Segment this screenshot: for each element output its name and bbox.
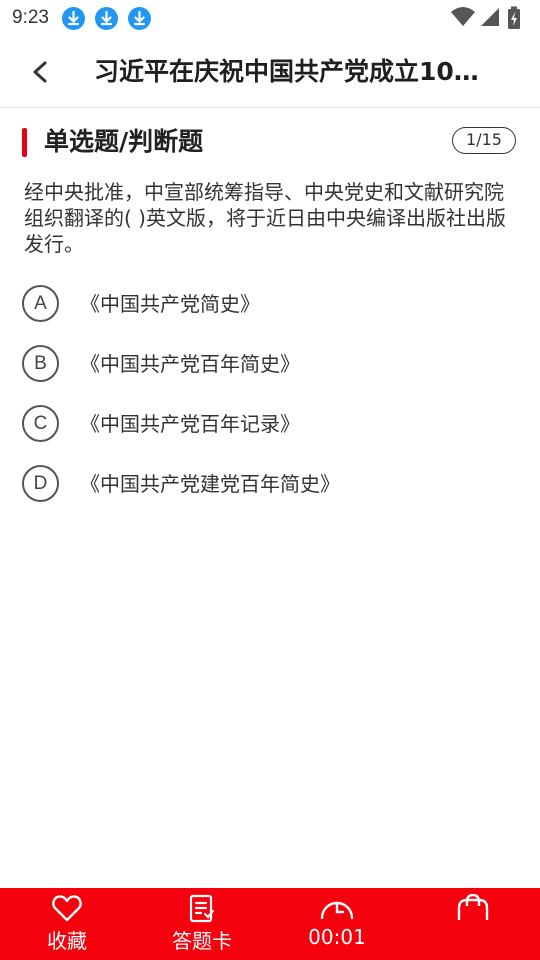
option-letter: A	[22, 285, 59, 322]
favorite-button[interactable]: 收藏	[22, 888, 112, 960]
bottom-action-bar: 收藏 答题卡 00:01	[0, 888, 540, 960]
option-text: 《中国共产党简史》	[80, 292, 260, 316]
chevron-left-icon	[33, 61, 47, 83]
question-progress-badge: 1/15	[452, 127, 516, 154]
answer-card-label: 答题卡	[172, 929, 232, 953]
option-d[interactable]: D 《中国共产党建党百年简史》	[22, 465, 512, 505]
app-header: 习近平在庆祝中国共产党成立10…	[0, 36, 540, 108]
system-icons	[450, 6, 530, 30]
download-icon	[62, 7, 85, 30]
option-c[interactable]: C 《中国共产党百年记录》	[22, 405, 512, 445]
timer-label: 00:01	[308, 925, 366, 949]
download-icon	[128, 7, 151, 30]
bag-icon	[457, 894, 489, 920]
question-type-title: 单选题/判断题	[44, 127, 204, 156]
option-text: 《中国共产党建党百年简史》	[80, 472, 340, 496]
timer: 00:01	[292, 888, 382, 960]
status-bar: 9:23	[0, 0, 540, 36]
answer-sheet-icon	[189, 894, 215, 923]
wifi-icon	[451, 7, 475, 26]
page-title: 习近平在庆祝中国共产党成立10…	[94, 57, 479, 86]
submit-button[interactable]	[428, 888, 518, 960]
status-time: 9:23	[12, 7, 49, 28]
option-text: 《中国共产党百年记录》	[80, 412, 300, 436]
back-button[interactable]	[22, 54, 58, 90]
question-text: 经中央批准，中宣部统筹指导、中央党史和文献研究院组织翻译的( )英文版，将于近日…	[24, 180, 506, 256]
clock-icon	[320, 901, 354, 920]
option-a[interactable]: A 《中国共产党简史》	[22, 285, 512, 325]
option-text: 《中国共产党百年简史》	[80, 352, 300, 376]
option-letter: D	[22, 465, 59, 502]
favorite-label: 收藏	[47, 929, 87, 953]
answer-card-button[interactable]: 答题卡	[157, 888, 247, 960]
battery-charging-icon	[508, 6, 520, 29]
option-letter: C	[22, 405, 59, 442]
option-b[interactable]: B 《中国共产党百年简史》	[22, 345, 512, 385]
signal-icon	[481, 8, 499, 26]
section-accent-bar	[22, 128, 27, 157]
download-icon	[95, 7, 118, 30]
option-letter: B	[22, 345, 59, 382]
heart-icon	[52, 895, 82, 922]
